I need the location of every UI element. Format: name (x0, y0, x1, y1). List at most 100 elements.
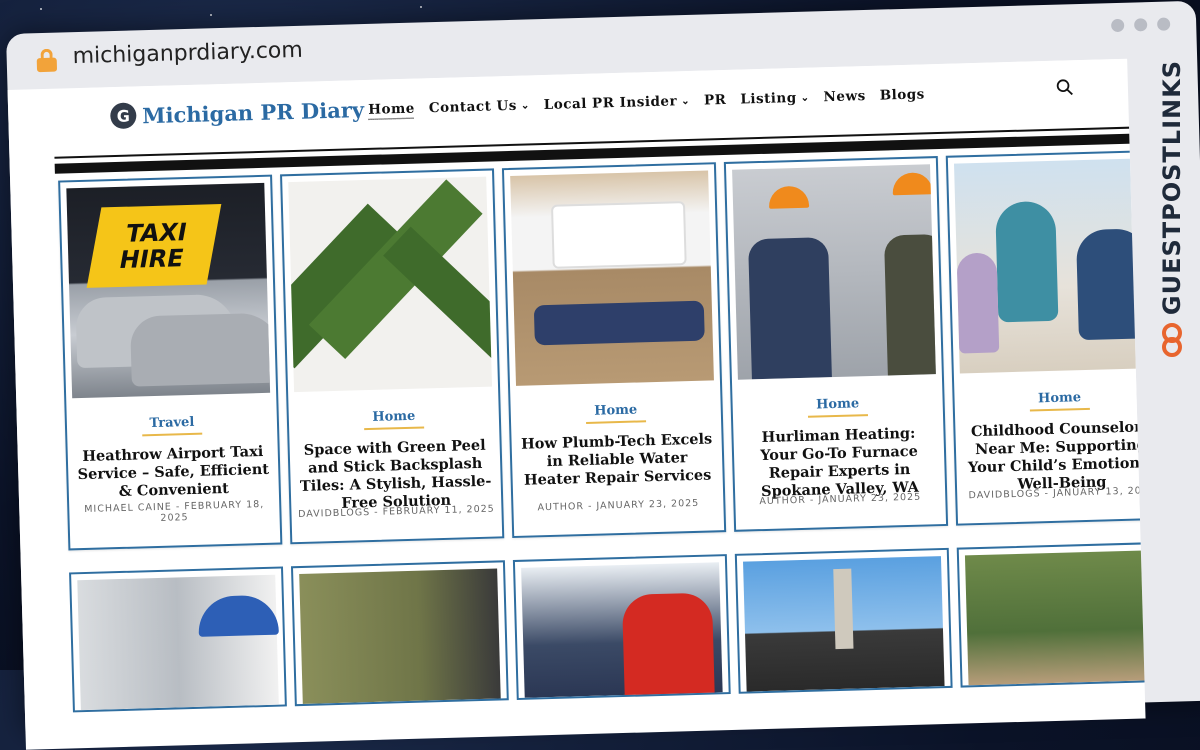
nav-label: Blogs (879, 86, 926, 104)
chevron-down-icon: ⌄ (800, 92, 810, 104)
window-dot-icon[interactable] (1134, 18, 1148, 32)
nav-label: Listing (740, 89, 797, 108)
article-card[interactable] (956, 541, 1146, 688)
window-controls[interactable] (1111, 17, 1171, 33)
url-text[interactable]: michiganprdiary.com (72, 38, 303, 69)
article-image[interactable] (743, 556, 945, 692)
article-image[interactable] (510, 170, 714, 386)
article-image[interactable]: TAXI HIRE (66, 182, 271, 399)
article-image[interactable] (288, 176, 493, 393)
nav-home[interactable]: Home (368, 101, 415, 118)
category-underline (364, 426, 425, 431)
nav-label: Home (368, 100, 416, 118)
nav-label: Contact Us (428, 97, 518, 117)
site-logo[interactable]: G Michigan PR Diary (109, 96, 365, 130)
article-title[interactable]: Childhood Counselors Near Me: Supporting… (963, 418, 1146, 495)
category-label[interactable]: Home (954, 388, 1145, 414)
category-label[interactable]: Home (732, 394, 942, 420)
category-underline (586, 420, 647, 424)
person-figure (995, 200, 1059, 323)
category-underline (142, 432, 203, 437)
car-shape (129, 312, 271, 387)
monument-shape (833, 568, 854, 650)
logo-badge-icon: G (109, 102, 137, 130)
category-text: Home (594, 402, 638, 419)
nav-local-pr-insider[interactable]: Local PR Insider ⌄ (544, 93, 691, 113)
web-page: G Michigan PR Diary Home Contact Us ⌄ Loc… (7, 58, 1146, 750)
category-label[interactable]: Travel (67, 413, 277, 439)
person-figure (1075, 228, 1146, 341)
date: FEBRUARY 18, 2025 (160, 498, 265, 524)
article-title[interactable]: Space with Green Peel and Stick Backspla… (298, 437, 494, 514)
nav-label: PR (703, 91, 727, 109)
category-text: Home (372, 408, 416, 425)
worker-figure (621, 592, 716, 700)
category-text: Home (815, 396, 860, 413)
hardhat-shape (768, 185, 810, 209)
article-card[interactable]: Home Space with Green Peel and Stick Bac… (280, 168, 505, 545)
article-title[interactable]: How Plumb-Tech Excels in Reliable Water … (519, 430, 714, 489)
article-card[interactable] (69, 566, 287, 713)
image-text: HIRE (117, 244, 187, 274)
date: FEBRUARY 11, 2025 (382, 503, 495, 518)
author[interactable]: DAVIDBLOGS (298, 507, 370, 520)
article-card[interactable]: Home How Plumb-Tech Excels in Reliable W… (501, 162, 727, 539)
author[interactable]: AUTHOR (759, 495, 806, 507)
person-figure (956, 252, 1000, 354)
article-card[interactable] (512, 554, 731, 700)
chevron-down-icon: ⌄ (680, 95, 691, 107)
sink-shape (550, 201, 687, 269)
lock-icon (36, 48, 58, 73)
hardhat-shape (892, 172, 933, 196)
article-meta: MICHAEL CAINE - FEBRUARY 18, 2025 (84, 498, 265, 524)
taxi-sign: TAXI HIRE (86, 204, 222, 288)
chevron-down-icon: ⌄ (520, 99, 530, 112)
plumber-figure (533, 300, 705, 346)
nav-pr[interactable]: PR (704, 92, 727, 109)
nav-blogs[interactable]: Blogs (879, 86, 925, 103)
date: JANUARY 23, 2025 (596, 497, 700, 512)
article-image[interactable] (521, 562, 723, 700)
article-title[interactable]: Heathrow Airport Taxi Service – Safe, Ef… (76, 443, 271, 502)
worker-figure (883, 233, 936, 376)
brand-watermark-text: GUESTPOSTLINKS (1158, 60, 1186, 316)
window-dot-icon[interactable] (1111, 18, 1125, 33)
article-image[interactable] (964, 549, 1146, 686)
article-title[interactable]: Hurliman Heating: Your Go-To Furnace Rep… (741, 424, 937, 501)
article-image[interactable] (299, 568, 501, 704)
article-card[interactable]: TAXI HIRE Travel Heathrow Airport Taxi S… (58, 174, 283, 551)
cap-shape (197, 594, 279, 637)
nav-listing[interactable]: Listing ⌄ (740, 90, 810, 108)
logo-text: Michigan PR Diary (141, 96, 365, 128)
date: JANUARY 13, 2025 (1052, 485, 1146, 499)
worker-figure (748, 237, 832, 380)
article-card[interactable] (734, 547, 953, 694)
image-text: TAXI (123, 217, 190, 248)
article-image[interactable] (77, 574, 279, 711)
category-underline (807, 414, 869, 418)
author[interactable]: MICHAEL CAINE (84, 502, 172, 515)
category-underline (1029, 407, 1090, 412)
article-image[interactable] (953, 158, 1146, 374)
nav-label: Local PR Insider (543, 93, 678, 114)
browser-window: michiganprdiary.com G Michigan PR Diary … (6, 0, 1200, 750)
author[interactable]: DAVIDBLOGS (968, 488, 1040, 501)
window-dot-icon[interactable] (1156, 17, 1171, 31)
nav-news[interactable]: News (823, 88, 866, 105)
article-card[interactable]: Home Childhood Counselors Near Me: Suppo… (945, 149, 1146, 526)
author[interactable]: AUTHOR (537, 501, 584, 513)
category-label[interactable]: Home (511, 400, 721, 426)
article-meta: AUTHOR - JANUARY 23, 2025 (537, 497, 700, 514)
nav-label: News (823, 88, 866, 106)
article-card[interactable] (290, 560, 509, 707)
chain-link-icon (1162, 323, 1182, 358)
date: JANUARY 23, 2025 (818, 491, 922, 506)
category-text: Travel (149, 414, 195, 432)
main-nav: Home Contact Us ⌄ Local PR Insider ⌄ PR Li… (368, 86, 925, 118)
category-label[interactable]: Home (289, 406, 499, 432)
article-image[interactable] (732, 164, 936, 380)
nav-contact-us[interactable]: Contact Us ⌄ (429, 97, 530, 116)
article-card[interactable]: Home Hurliman Heating: Your Go-To Furnac… (723, 156, 949, 532)
search-icon[interactable] (1056, 78, 1074, 96)
brand-watermark: GUESTPOSTLINKS (1152, 60, 1192, 360)
